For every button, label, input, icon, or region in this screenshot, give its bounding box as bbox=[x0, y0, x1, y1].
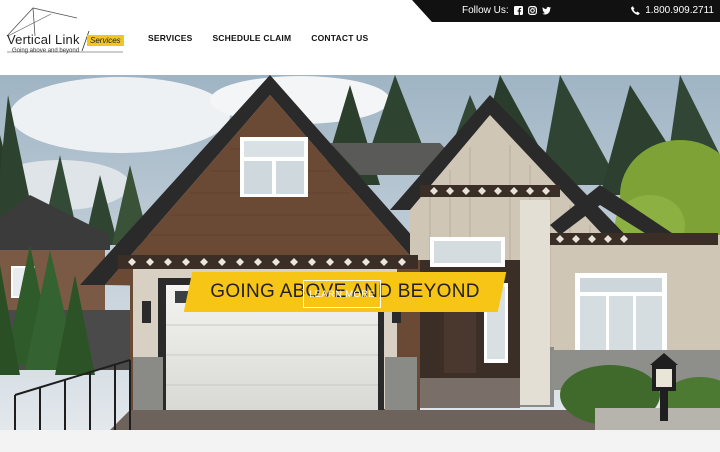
top-contact-bar: Follow Us: 1.800.909.2711 bbox=[412, 0, 720, 22]
follow-us: Follow Us: bbox=[462, 5, 551, 16]
twitter-icon[interactable] bbox=[541, 6, 551, 15]
phone-contact[interactable]: 1.800.909.2711 bbox=[631, 5, 714, 16]
logo-name: Vertical Link bbox=[7, 32, 80, 47]
nav-item-schedule-claim[interactable]: SCHEDULE CLAIM bbox=[212, 33, 291, 43]
facebook-icon[interactable] bbox=[513, 6, 523, 15]
instagram-icon[interactable] bbox=[527, 6, 537, 15]
phone-number[interactable]: 1.800.909.2711 bbox=[645, 5, 714, 16]
company-logo[interactable]: Vertical Link Services Going above and b… bbox=[5, 6, 127, 58]
logo-tag: Services bbox=[87, 35, 124, 46]
learn-more-button[interactable]: LEARN MORE bbox=[303, 280, 381, 308]
nav-item-contact-us[interactable]: CONTACT US bbox=[311, 33, 368, 43]
nav-item-services[interactable]: SERVICES bbox=[148, 33, 192, 43]
hero-section: GOING ABOVE AND BEYOND bbox=[0, 75, 720, 430]
logo-tagline: Going above and beyond bbox=[12, 48, 80, 54]
hero-house-image bbox=[0, 75, 720, 430]
bottom-section-edge bbox=[0, 430, 720, 452]
main-nav: SERVICES SCHEDULE CLAIM CONTACT US bbox=[148, 33, 388, 43]
phone-icon bbox=[631, 6, 640, 15]
follow-us-label: Follow Us: bbox=[462, 5, 509, 16]
